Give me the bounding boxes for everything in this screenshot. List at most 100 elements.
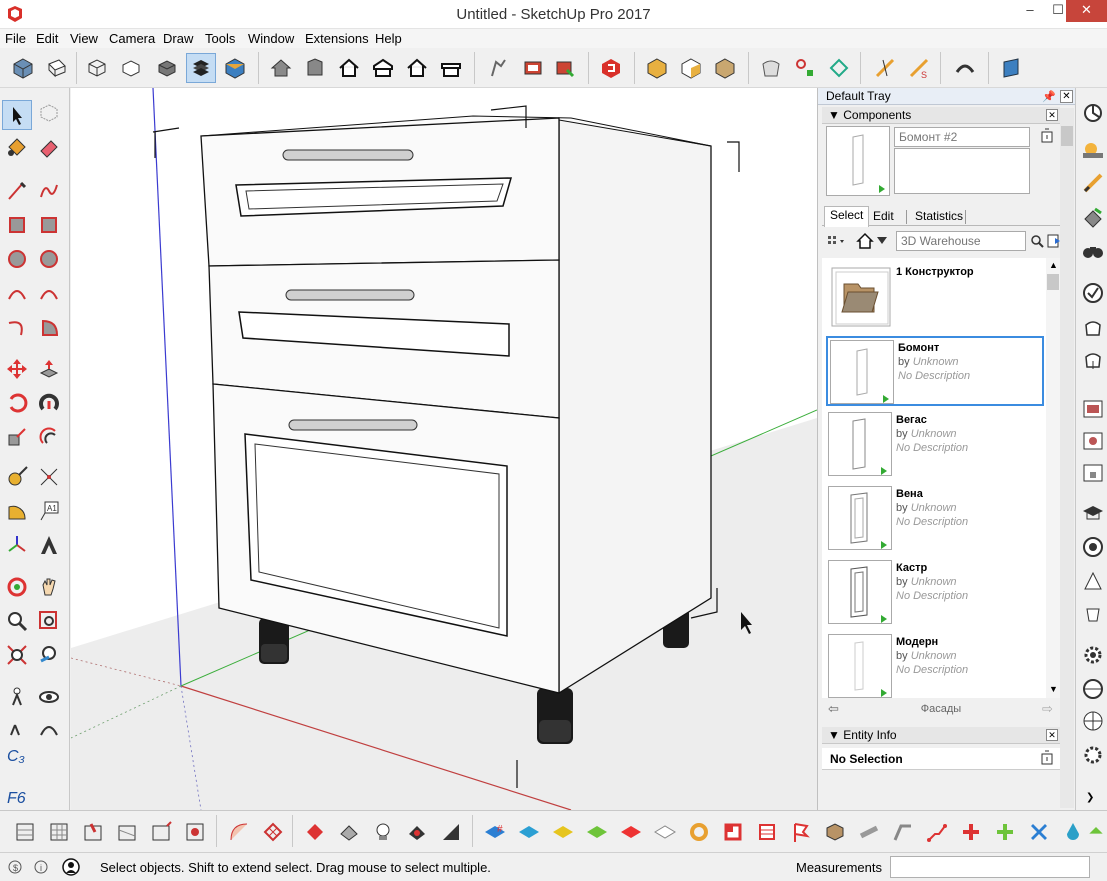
left-view-icon[interactable] [402,53,432,83]
tab-select[interactable]: Select [824,206,870,227]
push-terrain-icon[interactable] [300,817,330,847]
share-model-icon[interactable] [550,53,580,83]
section-display-icon[interactable]: S [904,53,934,83]
drape-terrain-icon[interactable] [146,817,176,847]
polygon-icon[interactable] [34,244,64,274]
scroll-up-icon[interactable]: ▲ [1049,260,1058,270]
extension-c3-icon[interactable]: C₃ [2,740,32,770]
two-point-arc-icon[interactable] [34,278,64,308]
sandbox-icon[interactable] [756,53,786,83]
walk-icon[interactable] [2,712,32,742]
teapot-icon[interactable] [1078,312,1107,342]
hidden-line-icon[interactable] [152,53,182,83]
bucket-icon[interactable] [1078,598,1107,628]
tape-measure-icon[interactable] [2,462,32,492]
minimize-button[interactable]: – [1016,0,1044,22]
graduation-cap-icon[interactable] [1078,498,1107,528]
text-tool-icon[interactable]: A1 [34,496,64,526]
yellow-plane-icon[interactable] [548,817,578,847]
components-close-button[interactable]: ✕ [1046,109,1058,121]
grid-sphere-icon[interactable] [1078,706,1107,736]
smoove-icon[interactable] [78,817,108,847]
component-description-field[interactable] [894,148,1030,194]
bottom-view-icon[interactable] [436,53,466,83]
add-detail-icon[interactable] [180,817,210,847]
rotated-rectangle-icon[interactable] [34,210,64,240]
component-name-field[interactable]: Бомонт #2 [894,127,1030,147]
settings-gear-icon[interactable] [1078,740,1107,770]
iso-view-icon[interactable] [8,53,38,83]
box-icon[interactable] [820,817,850,847]
axes-icon[interactable] [2,530,32,560]
home-collection-icon[interactable] [856,232,874,250]
sun-icon[interactable] [1078,134,1107,164]
entity-info-close-button[interactable]: ✕ [1046,729,1058,741]
three-point-arc-icon[interactable] [2,312,32,342]
position-camera-icon[interactable] [2,682,32,712]
stamp-terrain-icon[interactable] [112,817,142,847]
info-icon[interactable]: i [32,858,50,876]
list-item[interactable]: Модерн by Unknown No Description [826,632,1044,698]
sandbox-from-contours-icon[interactable] [10,817,40,847]
line-tool-icon[interactable] [2,176,32,206]
follow-me-tool-icon[interactable] [34,388,64,418]
details-icon[interactable] [1040,128,1054,143]
components-panel-header[interactable]: ▼ Components ✕ [822,107,1060,124]
section-plane-tool-icon[interactable] [34,712,64,742]
tray-scrollbar[interactable] [1060,108,1074,808]
blue-plane-icon[interactable] [514,817,544,847]
arc-icon[interactable] [2,278,32,308]
entity-info-panel-header[interactable]: ▼ Entity Info ✕ [822,727,1060,744]
chain-icon[interactable] [922,817,952,847]
pipes-icon[interactable] [854,817,884,847]
check-icon[interactable] [1078,278,1107,308]
move-tool-icon[interactable] [2,354,32,384]
xray-icon[interactable] [82,53,112,83]
close-button[interactable]: ✕ [1066,0,1107,22]
3d-text-icon[interactable] [34,530,64,560]
pan-icon[interactable] [34,572,64,602]
forward-arrow-icon[interactable]: ⇨ [1042,701,1053,717]
net-icon[interactable] [258,817,288,847]
menu-tools[interactable]: Tools [205,31,235,46]
orange-ring-icon[interactable] [684,817,714,847]
list-item[interactable]: 1 Конструктор [826,262,1044,332]
more-tools-icon[interactable]: ❯ [1086,792,1094,803]
back-view-icon[interactable] [368,53,398,83]
list-item[interactable]: Вегас by Unknown No Description [826,410,1044,480]
image-icon[interactable] [1078,394,1107,424]
shaded-textures-icon[interactable] [220,53,250,83]
blue-face-icon[interactable]: # [480,817,510,847]
terrain-dark-icon[interactable] [436,817,466,847]
teapot-hand-icon[interactable] [1078,344,1107,374]
red-square-icon[interactable] [718,817,748,847]
menu-camera[interactable]: Camera [109,31,155,46]
front-view-icon[interactable] [300,53,330,83]
freehand-icon[interactable] [34,176,64,206]
orbit-icon[interactable] [2,572,32,602]
blue-x-icon[interactable] [1024,817,1054,847]
solid-union-icon[interactable] [642,53,672,83]
teapot-frame-icon[interactable] [1078,426,1107,456]
zoom-window-icon[interactable] [34,606,64,636]
globe-icon[interactable] [1078,532,1107,562]
view-options-icon[interactable] [826,233,848,249]
style-icon[interactable] [1078,168,1107,198]
flag-icon[interactable] [786,817,816,847]
white-plane-icon[interactable] [650,817,680,847]
look-around-icon[interactable] [34,682,64,712]
menu-draw[interactable]: Draw [163,31,193,46]
eraser-icon[interactable] [34,132,64,162]
list-item[interactable]: Вена by Unknown No Description [826,484,1044,554]
lock-icon[interactable] [1078,458,1107,488]
terrain-red-icon[interactable] [402,817,432,847]
model-viewport[interactable] [71,88,817,810]
home-view-icon[interactable] [266,53,296,83]
drop-icon[interactable] [1058,817,1088,847]
red-cross-icon[interactable] [956,817,986,847]
menu-extensions[interactable]: Extensions [305,31,369,46]
scale-tool-icon[interactable] [2,422,32,452]
protractor-icon[interactable] [2,496,32,526]
pie-icon[interactable] [34,312,64,342]
extension-f6-icon[interactable]: F6 [2,782,32,812]
